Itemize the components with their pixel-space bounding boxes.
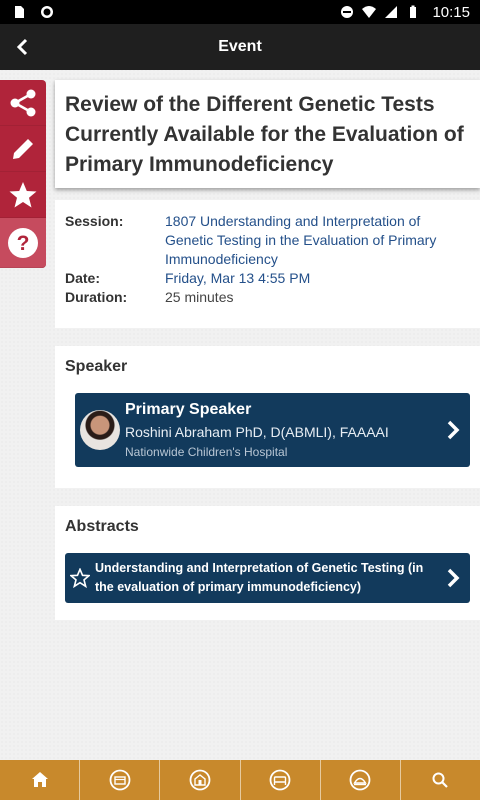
- event-details-card: Session: 1807 Understanding and Interpre…: [55, 200, 480, 328]
- event-title: Review of the Different Genetic Tests Cu…: [65, 93, 464, 176]
- speaker-section: Speaker Primary Speaker Roshini Abraham …: [55, 346, 480, 488]
- share-icon: [10, 89, 36, 116]
- star-outline-icon[interactable]: [70, 568, 90, 588]
- duration-label: Duration:: [65, 289, 128, 305]
- abstracts-section-title: Abstracts: [65, 518, 139, 535]
- back-button[interactable]: [10, 35, 34, 59]
- abstract-title: Understanding and Interpretation of Gene…: [95, 561, 424, 594]
- duration-row: Duration: 25 minutes: [65, 288, 470, 307]
- favorite-button[interactable]: [0, 172, 46, 218]
- clock: 10:15: [432, 3, 470, 21]
- exhibit-hall-icon: [189, 769, 211, 791]
- pencil-icon: [13, 138, 33, 159]
- nav-home[interactable]: [0, 760, 81, 800]
- nav-hotels[interactable]: [241, 760, 321, 800]
- app-bar-title: Event: [218, 38, 262, 55]
- session-row: Session: 1807 Understanding and Interpre…: [65, 212, 470, 269]
- event-title-card: Review of the Different Genetic Tests Cu…: [55, 80, 480, 188]
- app-bar: Event: [0, 24, 480, 70]
- do-not-disturb-icon: [341, 6, 354, 18]
- speaker-avatar: [80, 410, 120, 450]
- chevron-right-icon: [447, 420, 460, 440]
- record-icon: [41, 6, 53, 18]
- abstracts-section: Abstracts Understanding and Interpretati…: [55, 506, 480, 620]
- search-icon: [432, 772, 449, 788]
- speaker-name: Roshini Abraham PhD, D(ABMLI), FAAAAI: [125, 424, 389, 440]
- home-icon: [31, 772, 48, 787]
- nav-schedule[interactable]: [80, 760, 161, 800]
- battery-icon: [410, 5, 417, 18]
- back-arrow-icon: [16, 38, 28, 56]
- session-label: Session:: [65, 213, 124, 229]
- chevron-right-icon: [447, 568, 460, 588]
- share-button[interactable]: [0, 80, 46, 126]
- abstract-item-button[interactable]: Understanding and Interpretation of Gene…: [65, 553, 470, 603]
- bottom-nav: [0, 760, 480, 800]
- date-value: Friday, Mar 13 4:55 PM: [165, 270, 311, 286]
- speaker-organization: Nationwide Children's Hospital: [125, 445, 288, 459]
- help-button[interactable]: ?: [0, 218, 46, 268]
- sd-card-icon: [15, 6, 24, 18]
- nav-exhibit-hall[interactable]: [160, 760, 241, 800]
- date-row: Date: Friday, Mar 13 4:55 PM: [65, 269, 470, 288]
- schedule-icon: [109, 769, 131, 791]
- nav-dining[interactable]: [321, 760, 401, 800]
- help-icon: ?: [8, 227, 38, 258]
- nav-search[interactable]: [401, 760, 480, 800]
- food-icon: [349, 769, 371, 791]
- svg-text:?: ?: [17, 232, 30, 255]
- bed-icon: [269, 769, 291, 791]
- duration-value: 25 minutes: [165, 289, 234, 305]
- signal-icon: [385, 6, 398, 18]
- session-link[interactable]: 1807 Understanding and Interpretation of…: [165, 212, 470, 269]
- action-rail: ?: [0, 80, 46, 268]
- star-icon: [9, 181, 37, 207]
- note-button[interactable]: [0, 126, 46, 172]
- speaker-role: Primary Speaker: [125, 401, 252, 418]
- speaker-button[interactable]: Primary Speaker Roshini Abraham PhD, D(A…: [75, 393, 470, 467]
- date-label: Date:: [65, 270, 101, 286]
- speaker-section-title: Speaker: [65, 358, 128, 375]
- wifi-icon: [362, 6, 377, 18]
- status-bar: 10:15: [0, 0, 480, 24]
